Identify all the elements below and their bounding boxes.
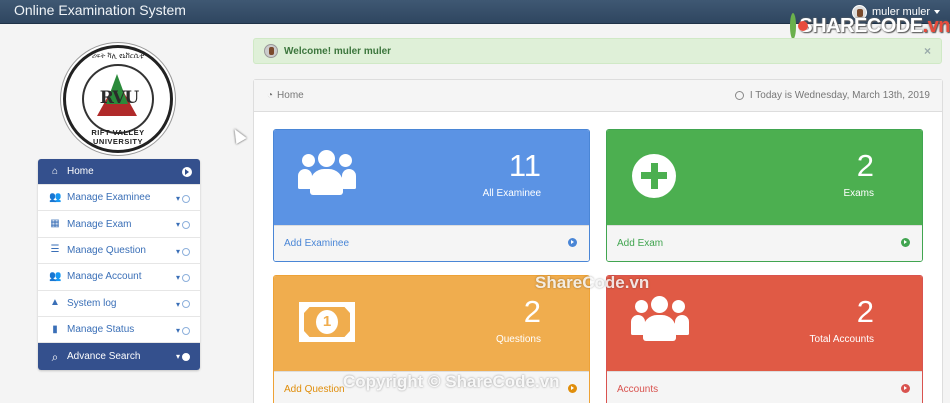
sharecode-logo-suffix: .vn	[922, 14, 950, 37]
watermark-copyright: Copyright © ShareCode.vn	[343, 372, 560, 391]
th-icon: ▦	[50, 218, 60, 230]
money-icon: 1	[299, 302, 355, 342]
accounts-card: 2 Total Accounts Accounts	[606, 275, 923, 403]
questions-count: 2	[523, 294, 541, 329]
welcome-message: Welcome! muler muler	[284, 45, 392, 57]
exams-count: 2	[856, 148, 874, 183]
arrow-circle-right-icon	[182, 167, 192, 177]
dropdown-toggle-icon: ▾	[176, 194, 190, 203]
arrow-circle-right-icon	[901, 238, 910, 247]
sidebar-item-label: Manage Exam	[67, 218, 132, 230]
users-icon: 👥	[49, 270, 62, 282]
sidebar-item-label: Manage Question	[67, 244, 146, 256]
sharecode-logo-main: SHARECODE	[799, 14, 923, 37]
close-icon[interactable]: ×	[924, 44, 931, 58]
logo-ring-text: RIFT VALLEY UNIVERSITY	[91, 128, 145, 146]
sidebar-item-system-log[interactable]: ▲ System log ▾	[38, 290, 200, 317]
users-icon	[298, 150, 356, 206]
sidebar-item-label: Manage Examinee	[67, 192, 151, 204]
app-title[interactable]: Online Examination System	[14, 2, 186, 18]
users-icon	[631, 296, 689, 352]
dashboard-icon: ◔	[267, 90, 274, 101]
examinee-card: 11 All Examinee Add Examinee	[273, 129, 590, 262]
list-icon: ☰	[50, 244, 60, 256]
sidebar-item-label: Home	[67, 166, 94, 177]
sidebar-item-label: Advance Search	[67, 351, 141, 363]
panel-header: ◔ Home I Today is Wednesday, March 13th,…	[254, 80, 942, 112]
add-exam-link[interactable]: Add Exam	[607, 225, 922, 261]
exams-card: 2 Exams Add Exam	[606, 129, 923, 262]
dropdown-toggle-icon: ▾	[176, 352, 190, 361]
breadcrumb: ◔ Home	[267, 90, 304, 101]
dropdown-toggle-icon: ▾	[176, 273, 190, 282]
sidebar-item-advance-search[interactable]: ⌕ Advance Search ▾	[38, 343, 200, 370]
accounts-count: 2	[856, 294, 874, 329]
search-icon: ⌕	[51, 349, 59, 364]
plus-circle-icon	[632, 154, 676, 198]
warning-icon: ▲	[50, 297, 60, 309]
dropdown-toggle-icon: ▾	[176, 220, 190, 229]
alert-avatar	[264, 44, 278, 58]
sidebar-item-manage-account[interactable]: 👥 Manage Account ▾	[38, 264, 200, 291]
sidebar-item-label: Manage Status	[67, 324, 135, 336]
book-icon: ▮	[52, 323, 58, 335]
arrow-circle-right-icon	[901, 384, 910, 393]
examinee-label: All Examinee	[482, 188, 541, 199]
sidebar-item-label: Manage Account	[67, 271, 142, 283]
today-text: I Today is Wednesday, March 13th, 2019	[749, 90, 930, 101]
sidebar-item-manage-status[interactable]: ▮ Manage Status ▾	[38, 316, 200, 344]
sharecode-mark-icon	[790, 13, 809, 39]
users-icon: 👥	[49, 191, 62, 203]
logo-letters: RVU	[99, 88, 140, 108]
breadcrumb-home[interactable]: Home	[277, 90, 304, 101]
sidebar-item-manage-exam[interactable]: ▦ Manage Exam ▾	[38, 211, 200, 238]
arrow-circle-right-icon	[568, 238, 577, 247]
sidebar-menu: ⌂ Home 👥 Manage Examinee ▾ ▦ Manage Exam…	[38, 159, 200, 370]
accounts-link[interactable]: Accounts	[607, 371, 922, 403]
examinee-count: 11	[508, 148, 541, 183]
sidebar-item-manage-question[interactable]: ☰ Manage Question ▾	[38, 237, 200, 265]
mouse-cursor-icon	[229, 125, 247, 145]
accounts-label: Total Accounts	[809, 334, 874, 345]
questions-label: Questions	[495, 334, 541, 345]
dropdown-toggle-icon: ▾	[176, 326, 190, 335]
add-examinee-link[interactable]: Add Examinee	[274, 225, 589, 261]
watermark-center: ShareCode.vn	[535, 273, 650, 292]
arrow-circle-right-icon	[568, 384, 577, 393]
welcome-alert: Welcome! muler muler ×	[253, 38, 942, 64]
sidebar-item-manage-examinee[interactable]: 👥 Manage Examinee ▾	[38, 185, 200, 212]
sidebar-item-home[interactable]: ⌂ Home	[38, 159, 200, 185]
dropdown-toggle-icon: ▾	[176, 300, 190, 309]
exams-label: Exams	[843, 188, 874, 199]
university-logo: ሪፍት ቫሊ ዩኒቨርሲቲ RVU RIFT VALLEY UNIVERSITY	[63, 45, 173, 153]
home-icon: ⌂	[51, 165, 59, 177]
clock-icon	[734, 91, 744, 100]
dropdown-toggle-icon: ▾	[176, 247, 190, 256]
today-date: I Today is Wednesday, March 13th, 2019	[734, 90, 930, 101]
sidebar-item-label: System log	[67, 297, 117, 309]
logo-amharic-text: ሪፍት ቫሊ ዩኒቨርሲቲ	[91, 53, 145, 60]
